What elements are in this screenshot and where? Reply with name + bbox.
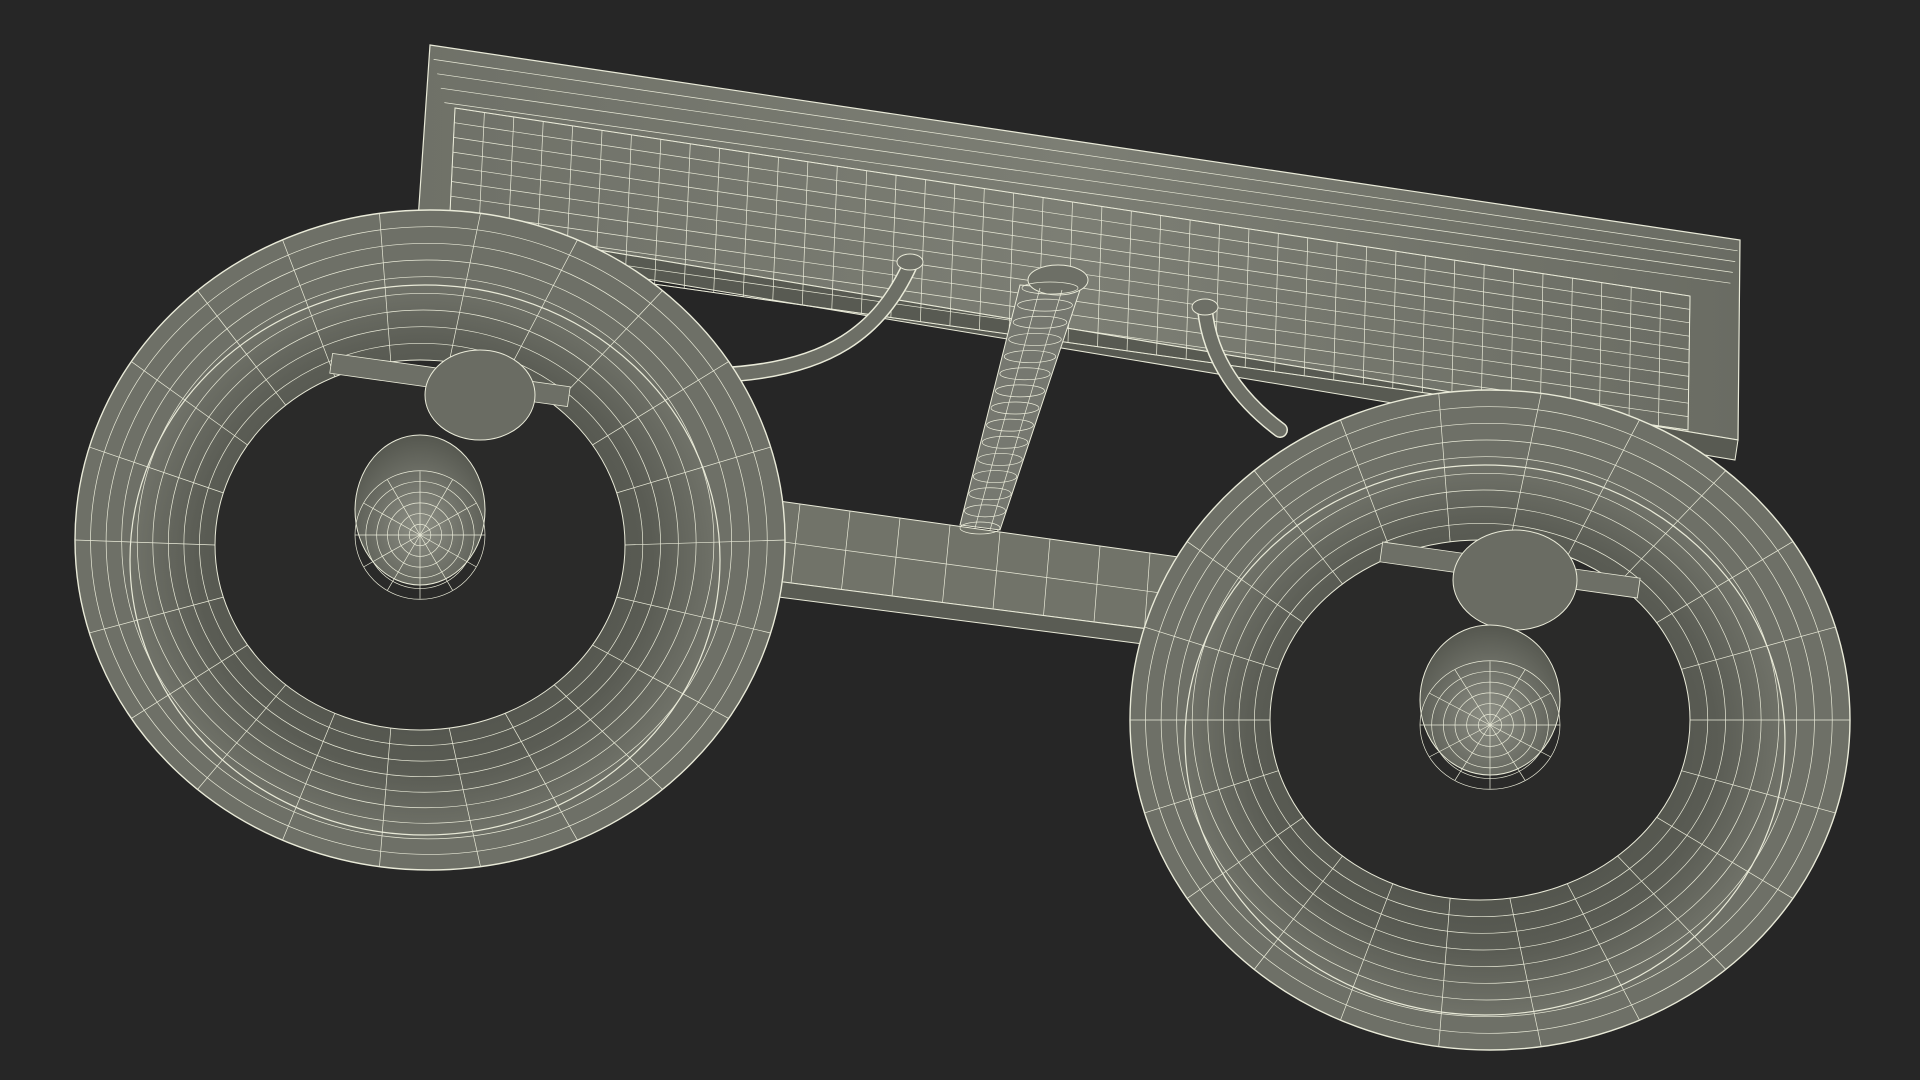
wireframe-scene — [74, 44, 1851, 1051]
render-viewport — [0, 0, 1920, 1080]
